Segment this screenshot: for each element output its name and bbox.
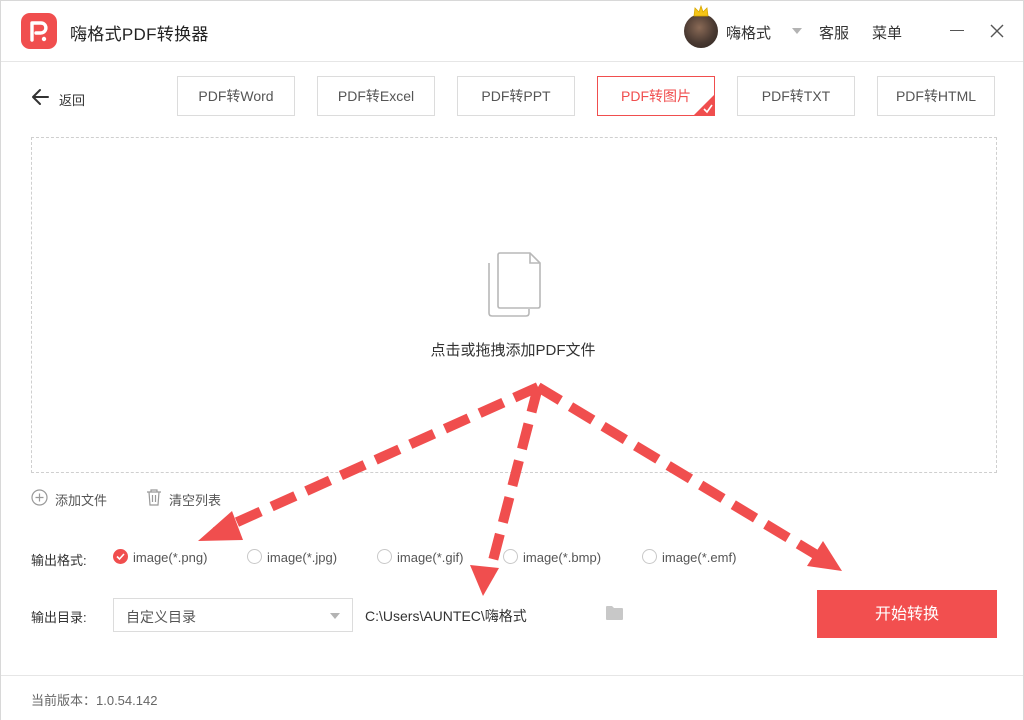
radio-jpg-label[interactable]: image(*.jpg) [267, 550, 337, 565]
chevron-down-icon [330, 613, 340, 619]
back-arrow-icon[interactable] [31, 87, 51, 107]
plus-circle-icon[interactable] [31, 489, 48, 506]
output-dir-select[interactable]: 自定义目录 [113, 598, 353, 632]
radio-gif[interactable] [377, 549, 392, 564]
status-bar: 当前版本：1.0.54.142 [1, 675, 1023, 720]
chevron-down-icon[interactable] [792, 28, 802, 34]
radio-jpg[interactable] [247, 549, 262, 564]
minimize-icon[interactable] [950, 30, 964, 31]
tab-label: PDF转图片 [621, 88, 691, 104]
clear-list-button[interactable]: 清空列表 [169, 490, 221, 509]
radio-emf[interactable] [642, 549, 657, 564]
version-label: 当前版本：1.0.54.142 [31, 693, 158, 708]
close-icon[interactable] [989, 23, 1005, 39]
tab-pdf-to-ppt[interactable]: PDF转PPT [457, 76, 575, 116]
service-link[interactable]: 客服 [819, 22, 849, 43]
folder-icon[interactable] [605, 605, 624, 621]
radio-png-label[interactable]: image(*.png) [133, 550, 207, 565]
document-icon [488, 252, 541, 317]
tab-pdf-to-html[interactable]: PDF转HTML [877, 76, 995, 116]
tab-pdf-to-txt[interactable]: PDF转TXT [737, 76, 855, 116]
radio-emf-label[interactable]: image(*.emf) [662, 550, 736, 565]
menu-link[interactable]: 菜单 [872, 22, 902, 43]
output-dir-label: 输出目录: [31, 610, 87, 625]
add-file-button[interactable]: 添加文件 [55, 490, 107, 509]
output-dir-select-value: 自定义目录 [126, 609, 196, 625]
app-window: 嗨格式PDF转换器 嗨格式 客服 菜单 返回 PDF转Word PDF转Exce… [0, 0, 1024, 720]
radio-gif-label[interactable]: image(*.gif) [397, 550, 463, 565]
radio-check-icon [116, 553, 125, 561]
crown-icon [693, 5, 709, 17]
check-corner-icon [693, 94, 715, 116]
back-button[interactable]: 返回 [59, 90, 85, 109]
user-name[interactable]: 嗨格式 [726, 22, 771, 43]
avatar[interactable] [684, 14, 718, 48]
output-format-label: 输出格式: [31, 553, 87, 568]
radio-bmp[interactable] [503, 549, 518, 564]
radio-png[interactable] [113, 549, 128, 564]
app-logo-icon [21, 13, 57, 49]
trash-icon[interactable] [146, 488, 162, 506]
radio-bmp-label[interactable]: image(*.bmp) [523, 550, 601, 565]
app-title: 嗨格式PDF转换器 [70, 25, 209, 44]
dropzone-prompt[interactable]: 点击或拖拽添加PDF文件 [1, 339, 1024, 360]
tab-pdf-to-word[interactable]: PDF转Word [177, 76, 295, 116]
tab-pdf-to-excel[interactable]: PDF转Excel [317, 76, 435, 116]
title-bar: 嗨格式PDF转换器 嗨格式 客服 菜单 [1, 1, 1023, 62]
start-convert-button[interactable]: 开始转换 [817, 590, 997, 638]
output-path: C:\Users\AUNTEC\嗨格式 [365, 608, 527, 624]
tab-pdf-to-image[interactable]: PDF转图片 [597, 76, 715, 116]
